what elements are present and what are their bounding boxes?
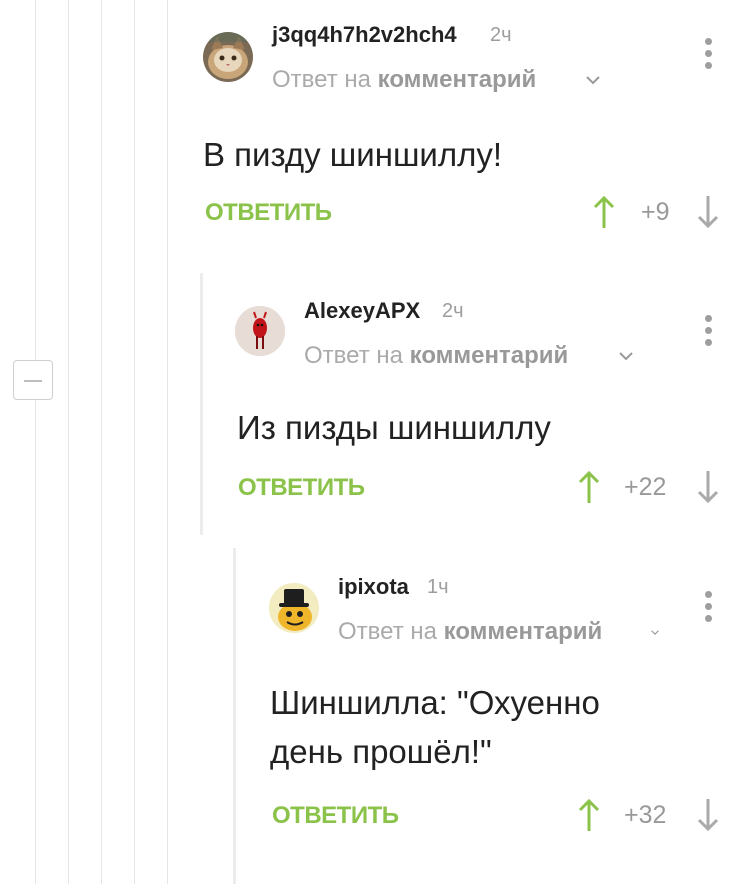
thread-bar [200, 273, 203, 535]
kebab-menu-icon[interactable] [703, 591, 713, 625]
reply-button[interactable]: ОТВЕТИТЬ [238, 474, 365, 502]
comment-time: 2ч [442, 300, 464, 322]
chevron-down-icon[interactable] [586, 76, 600, 86]
thread-bar [233, 548, 236, 884]
comment: j3qq4h7h2v2hch4 2ч Ответ на комментарий … [185, 0, 750, 265]
thread-line [134, 0, 135, 884]
thread-line [167, 0, 168, 884]
hat-creature-avatar-icon [269, 583, 319, 633]
thread-line [101, 0, 102, 884]
reply-target: комментарий [443, 618, 603, 645]
chevron-down-icon[interactable] [619, 352, 633, 362]
collapse-thread-button[interactable] [13, 360, 53, 400]
arrow-up-icon[interactable] [593, 195, 615, 229]
avatar[interactable] [235, 306, 285, 356]
reply-button[interactable]: ОТВЕТИТЬ [205, 199, 332, 227]
chevron-down-icon[interactable] [651, 630, 659, 636]
reply-prefix: Ответ на [272, 66, 371, 93]
minus-icon [24, 380, 42, 382]
reply-to-link[interactable]: Ответ на комментарий [338, 618, 602, 646]
comment-score: +22 [624, 473, 667, 501]
comment-line: Из пизды шиншиллу [237, 409, 551, 446]
arrow-up-icon[interactable] [578, 798, 600, 832]
thread-line [68, 0, 69, 884]
comment: AlexeyAPX 2ч Ответ на комментарий Из пиз… [200, 273, 750, 535]
reply-to-link[interactable]: Ответ на комментарий [272, 66, 536, 94]
comment-time: 1ч [427, 576, 449, 598]
comment-author[interactable]: j3qq4h7h2v2hch4 [272, 22, 457, 48]
avatar[interactable] [203, 32, 253, 82]
comment-time: 2ч [490, 24, 512, 46]
reply-prefix: Ответ на [304, 342, 403, 369]
comment-text: В пизду шиншиллу! [203, 130, 502, 179]
comment-text: Шиншилла: "Охуенно день прошёл!" [270, 678, 600, 776]
avatar[interactable] [269, 583, 319, 633]
comment-author[interactable]: AlexeyAPX [304, 298, 420, 324]
comment: ipixota 1ч Ответ на комментарий Шиншилла… [233, 548, 750, 884]
arrow-down-icon[interactable] [697, 195, 719, 229]
arrow-up-icon[interactable] [578, 470, 600, 504]
reply-button[interactable]: ОТВЕТИТЬ [272, 802, 399, 830]
comment-line: В пизду шиншиллу! [203, 136, 503, 173]
comment-line: день прошёл!" [270, 733, 492, 770]
comment-text: Из пизды шиншиллу [237, 403, 551, 452]
reply-to-link[interactable]: Ответ на комментарий [304, 342, 568, 370]
arrow-down-icon[interactable] [697, 798, 719, 832]
reply-target: комментарий [409, 342, 569, 369]
cat-avatar-icon [203, 32, 253, 82]
reply-prefix: Ответ на [338, 618, 437, 645]
arrow-down-icon[interactable] [697, 470, 719, 504]
reply-target: комментарий [377, 66, 537, 93]
red-figure-avatar-icon [235, 306, 285, 356]
comment-score: +9 [641, 198, 670, 226]
comment-author[interactable]: ipixota [338, 574, 409, 600]
thread-line [35, 0, 36, 884]
comment-score: +32 [624, 801, 667, 829]
comment-line: Шиншилла: "Охуенно [270, 684, 600, 721]
kebab-menu-icon[interactable] [703, 38, 713, 72]
kebab-menu-icon[interactable] [703, 315, 713, 349]
